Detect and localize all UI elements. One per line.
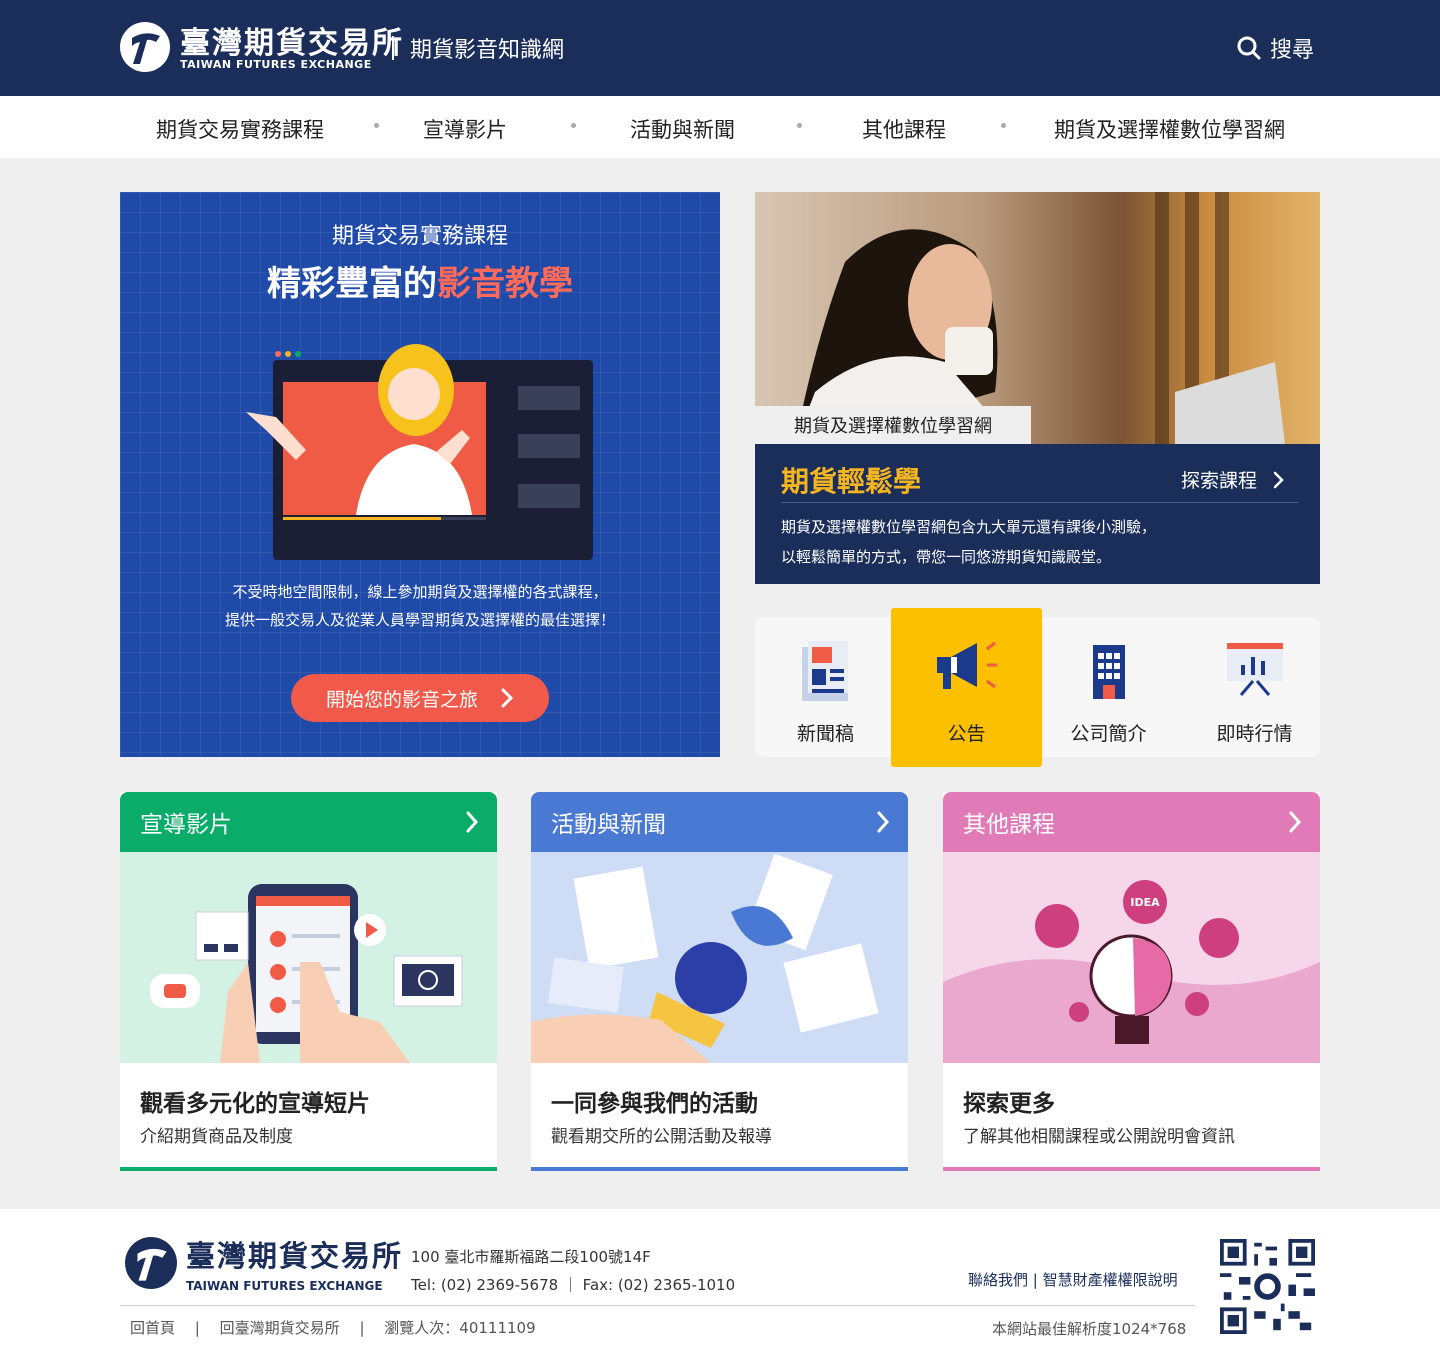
site-header: 臺灣期貨交易所 TAIWAN FUTURES EXCHANGE 期貨影音知識網 … bbox=[0, 0, 1440, 96]
quick-link-label: 公告 bbox=[947, 723, 986, 745]
nav-item-news[interactable]: 活動與新聞 bbox=[630, 114, 735, 144]
card-title: 探索更多 bbox=[963, 1091, 1055, 1117]
card-accent-bar bbox=[120, 1167, 497, 1171]
quick-link-label: 新聞稿 bbox=[796, 723, 854, 745]
promo-divider bbox=[781, 502, 1298, 503]
visitor-count: 瀏覽人次：40111109 bbox=[384, 1319, 536, 1337]
nav-separator bbox=[797, 123, 802, 128]
nav-separator bbox=[1001, 123, 1006, 128]
quick-link-company[interactable]: 公司簡介 bbox=[1038, 617, 1179, 757]
chevron-right-icon bbox=[877, 811, 890, 833]
home-link[interactable]: 回首頁 bbox=[130, 1319, 175, 1337]
newspaper-icon bbox=[801, 641, 848, 701]
site-title[interactable]: 期貨影音知識網 bbox=[410, 32, 564, 64]
card-other[interactable]: 其他課程 IDEA 探索更多 了解其他相關課程或公開說明會資訊 bbox=[943, 792, 1320, 1171]
card-title: 觀看多元化的宣導短片 bbox=[140, 1091, 370, 1117]
footer-logo-english[interactable]: TAIWAN FUTURES EXCHANGE bbox=[186, 1279, 383, 1293]
footer-contact-info: 100 臺北市羅斯福路二段100號14F Tel: (02) 2369-5678… bbox=[411, 1243, 735, 1299]
hero-title-highlight: 影音教學 bbox=[437, 264, 573, 304]
card-header-label: 宣導影片 bbox=[140, 812, 232, 838]
card-accent-bar bbox=[531, 1167, 908, 1171]
header-divider bbox=[392, 36, 394, 60]
resolution-note: 本網站最佳解析度1024*768 bbox=[992, 1320, 1187, 1338]
footer-links: 聯絡我們 | 智慧財產權權限說明 bbox=[968, 1269, 1178, 1290]
chevron-right-icon bbox=[466, 811, 479, 833]
nav-separator bbox=[571, 123, 576, 128]
nav-item-videos[interactable]: 宣導影片 bbox=[423, 114, 507, 144]
quick-link-label: 即時行情 bbox=[1216, 723, 1293, 745]
hero-title-main: 精彩豐富的 bbox=[267, 264, 437, 304]
nav-item-courses[interactable]: 期貨交易實務課程 bbox=[156, 114, 324, 144]
promo-card: 期貨輕鬆學 探索課程 期貨及選擇權數位學習網包含九大單元還有課後小測驗， 以輕鬆… bbox=[755, 444, 1320, 584]
card-accent-bar bbox=[943, 1167, 1320, 1171]
link-separator: | bbox=[344, 1319, 380, 1337]
card-description: 了解其他相關課程或公開說明會資訊 bbox=[963, 1127, 1235, 1147]
quick-link-press[interactable]: 新聞稿 bbox=[755, 617, 896, 757]
search-button[interactable]: 搜尋 bbox=[1236, 32, 1314, 64]
microphone-news-illustration bbox=[531, 852, 908, 1063]
promo-description: 期貨及選擇權數位學習網包含九大單元還有課後小測驗， 以輕鬆簡單的方式，帶您一同悠… bbox=[781, 512, 1156, 572]
card-news[interactable]: 活動與新聞 一同參與我們的活動 觀看期交所的公開活動及報導 bbox=[531, 792, 908, 1171]
quick-link-market[interactable]: 即時行情 bbox=[1184, 617, 1325, 757]
chart-board-icon bbox=[1226, 643, 1283, 696]
explore-courses-link[interactable]: 探索課程 bbox=[1181, 466, 1285, 493]
chevron-right-icon bbox=[1273, 471, 1284, 488]
search-label: 搜尋 bbox=[1270, 38, 1315, 63]
card-header[interactable]: 其他課程 bbox=[943, 792, 1320, 852]
promo-title: 期貨輕鬆學 bbox=[781, 465, 922, 498]
lightbulb-idea-illustration: IDEA bbox=[943, 852, 1320, 1063]
phone-videos-illustration bbox=[120, 852, 497, 1063]
video-lesson-illustration bbox=[246, 342, 596, 571]
hero-description: 不受時地空間限制，線上參加期貨及選擇權的各式課程， 提供一般交易人及從業人員學習… bbox=[120, 578, 720, 634]
nav-item-other[interactable]: 其他課程 bbox=[862, 114, 946, 144]
ip-rights-link[interactable]: 智慧財產權權限說明 bbox=[1043, 1271, 1178, 1289]
explore-courses-label: 探索課程 bbox=[1181, 470, 1258, 492]
hero-desc-line1: 不受時地空間限制，線上參加期貨及選擇權的各式課程， bbox=[232, 583, 608, 601]
chevron-right-icon bbox=[1289, 811, 1302, 833]
hero-desc-line2: 提供一般交易人及從業人員學習期貨及選擇權的最佳選擇！ bbox=[224, 611, 615, 629]
site-footer: 臺灣期貨交易所 TAIWAN FUTURES EXCHANGE 100 臺北市羅… bbox=[0, 1209, 1440, 1357]
megaphone-icon bbox=[936, 641, 997, 689]
logo-english-name[interactable]: TAIWAN FUTURES EXCHANGE bbox=[180, 58, 372, 71]
main-nav: 期貨交易實務課程 宣導影片 活動與新聞 其他課程 期貨及選擇權數位學習網 bbox=[0, 96, 1440, 158]
footer-address: 100 臺北市羅斯福路二段100號14F bbox=[411, 1248, 651, 1266]
hero-subtitle: 期貨交易實務課程 bbox=[331, 224, 508, 249]
footer-logo-chinese[interactable]: 臺灣期貨交易所 bbox=[186, 1233, 403, 1275]
link-separator: | bbox=[1032, 1271, 1043, 1289]
card-header[interactable]: 活動與新聞 bbox=[531, 792, 908, 852]
card-description: 觀看期交所的公開活動及報導 bbox=[551, 1127, 772, 1147]
nav-item-elearning[interactable]: 期貨及選擇權數位學習網 bbox=[1054, 114, 1285, 144]
promo-tag: 期貨及選擇權數位學習網 bbox=[755, 406, 1031, 444]
card-header-label: 活動與新聞 bbox=[551, 812, 666, 838]
contact-us-link[interactable]: 聯絡我們 bbox=[968, 1271, 1028, 1289]
promo-desc-line2: 以輕鬆簡單的方式，帶您一同悠游期貨知識殿堂。 bbox=[781, 548, 1112, 566]
link-separator: | bbox=[179, 1319, 215, 1337]
hero-title: 精彩豐富的影音教學 bbox=[120, 256, 720, 305]
quick-link-announcement[interactable]: 公告 bbox=[896, 617, 1037, 757]
card-videos[interactable]: 宣導影片 觀看多元化的宣導短片 介紹期貨商品及制度 bbox=[120, 792, 497, 1171]
chevron-right-icon bbox=[501, 688, 514, 708]
footer-phone: Tel: (02) 2369-5678 ｜ Fax: (02) 2365-101… bbox=[411, 1276, 736, 1294]
footer-bottom-links: 回首頁 | 回臺灣期貨交易所 | 瀏覽人次：40111109 bbox=[130, 1317, 536, 1338]
idea-bubble-text: IDEA bbox=[1130, 896, 1160, 909]
nav-separator bbox=[374, 123, 379, 128]
qr-code-icon[interactable] bbox=[1220, 1239, 1315, 1334]
footer-logo-icon[interactable] bbox=[125, 1237, 177, 1289]
building-icon bbox=[1092, 645, 1125, 699]
logo-chinese-name[interactable]: 臺灣期貨交易所 bbox=[180, 18, 404, 62]
taifex-link[interactable]: 回臺灣期貨交易所 bbox=[220, 1319, 340, 1337]
taifex-logo-icon[interactable] bbox=[120, 22, 170, 72]
card-header[interactable]: 宣導影片 bbox=[120, 792, 497, 852]
footer-divider bbox=[120, 1305, 1195, 1306]
quick-link-label: 公司簡介 bbox=[1070, 723, 1147, 745]
hero-banner: 期貨交易實務課程 精彩豐富的影音教學 不受時地空間限制，線上參加期貨及選擇權的各… bbox=[120, 192, 720, 757]
promo-desc-line1: 期貨及選擇權數位學習網包含九大單元還有課後小測驗， bbox=[781, 518, 1157, 536]
search-icon bbox=[1237, 36, 1261, 60]
card-header-label: 其他課程 bbox=[963, 812, 1055, 838]
start-journey-button[interactable]: 開始您的影音之旅 bbox=[291, 674, 549, 722]
card-title: 一同參與我們的活動 bbox=[551, 1091, 758, 1117]
start-journey-label: 開始您的影音之旅 bbox=[325, 688, 478, 711]
card-description: 介紹期貨商品及制度 bbox=[140, 1127, 293, 1147]
